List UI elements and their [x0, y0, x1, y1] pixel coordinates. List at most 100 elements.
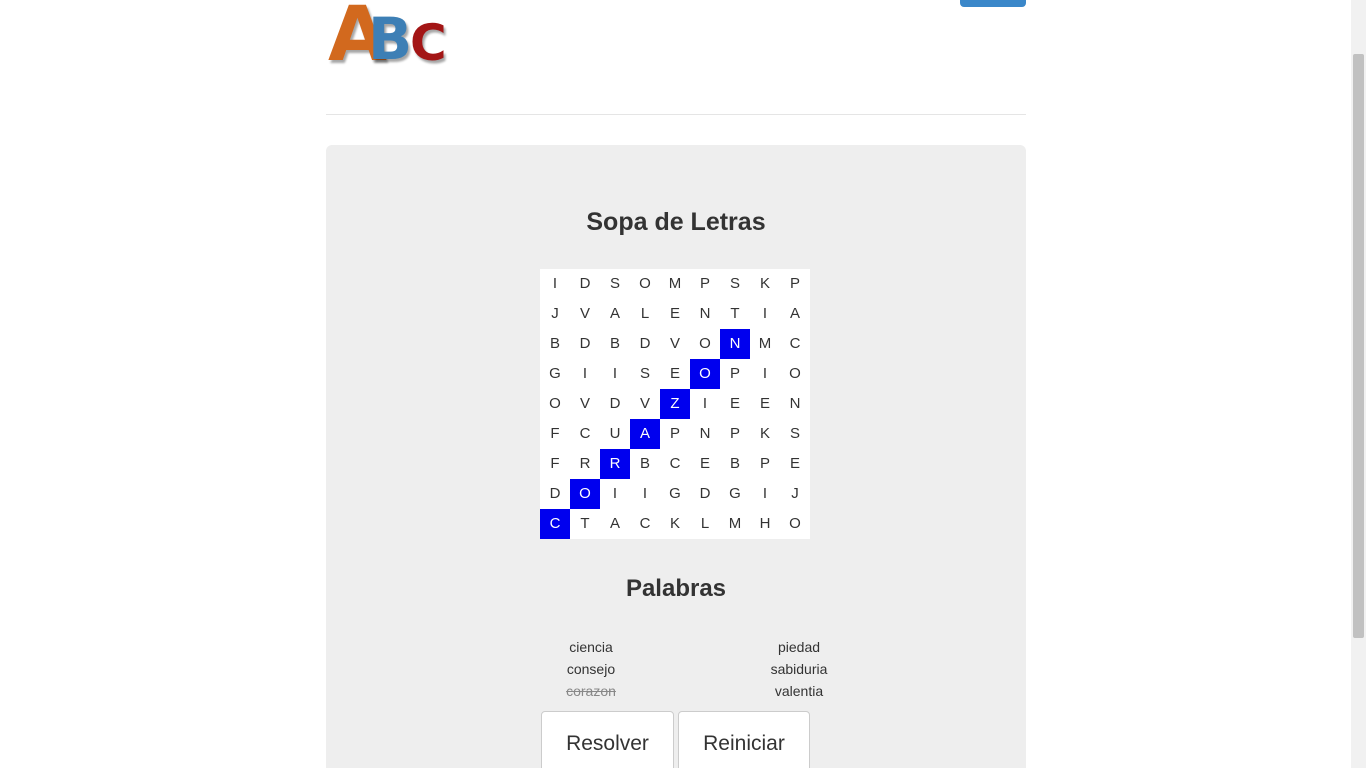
grid-cell[interactable]: E: [660, 299, 690, 329]
logo-letter-b: B: [368, 5, 413, 73]
word-list-right: piedad sabiduria valentia: [729, 636, 869, 702]
grid-cell[interactable]: E: [780, 449, 810, 479]
grid-cell[interactable]: A: [630, 419, 660, 449]
grid-cell[interactable]: V: [630, 389, 660, 419]
grid-cell[interactable]: I: [600, 479, 630, 509]
grid-cell[interactable]: N: [690, 419, 720, 449]
grid-cell[interactable]: C: [570, 419, 600, 449]
words-title: Palabras: [625, 575, 727, 602]
grid-cell[interactable]: M: [720, 509, 750, 539]
grid-cell[interactable]: I: [750, 359, 780, 389]
grid-cell[interactable]: D: [570, 329, 600, 359]
grid-cell[interactable]: E: [660, 359, 690, 389]
grid-cell[interactable]: G: [720, 479, 750, 509]
word-item: ciencia: [569, 639, 613, 655]
logo-letter-c: C: [410, 14, 447, 72]
game-title: Sopa de Letras: [586, 208, 766, 236]
word-list-left: ciencia consejo corazon: [521, 636, 661, 702]
grid-cell[interactable]: O: [780, 359, 810, 389]
letter-grid: IDSOMPSKPJVALENTIABDBDVONMCGIISEOPIOOVDV…: [540, 269, 810, 539]
grid-cell[interactable]: I: [690, 389, 720, 419]
grid-cell[interactable]: B: [630, 449, 660, 479]
grid-cell[interactable]: B: [720, 449, 750, 479]
grid-cell[interactable]: P: [750, 449, 780, 479]
grid-cell[interactable]: D: [540, 479, 570, 509]
grid-cell[interactable]: O: [780, 509, 810, 539]
grid-cell[interactable]: N: [720, 329, 750, 359]
header-divider: [326, 114, 1026, 115]
grid-cell[interactable]: M: [660, 269, 690, 299]
grid-cell[interactable]: P: [660, 419, 690, 449]
grid-cell[interactable]: F: [540, 449, 570, 479]
grid-cell[interactable]: C: [660, 449, 690, 479]
grid-cell[interactable]: J: [780, 479, 810, 509]
abc-logo: A B C: [328, 0, 454, 72]
grid-cell[interactable]: C: [630, 509, 660, 539]
grid-cell[interactable]: I: [570, 359, 600, 389]
word-item: valentia: [774, 683, 824, 699]
grid-cell[interactable]: U: [600, 419, 630, 449]
word-item: sabiduria: [770, 661, 828, 677]
grid-cell[interactable]: V: [660, 329, 690, 359]
grid-cell[interactable]: D: [600, 389, 630, 419]
grid-cell[interactable]: O: [540, 389, 570, 419]
grid-cell[interactable]: S: [600, 269, 630, 299]
grid-cell[interactable]: V: [570, 389, 600, 419]
grid-cell[interactable]: E: [720, 389, 750, 419]
word-item: corazon: [566, 683, 616, 699]
grid-cell[interactable]: K: [750, 419, 780, 449]
grid-cell[interactable]: O: [690, 359, 720, 389]
grid-cell[interactable]: O: [630, 269, 660, 299]
grid-cell[interactable]: T: [720, 299, 750, 329]
grid-cell[interactable]: T: [570, 509, 600, 539]
grid-cell[interactable]: D: [690, 479, 720, 509]
grid-cell[interactable]: A: [600, 299, 630, 329]
grid-cell[interactable]: E: [750, 389, 780, 419]
grid-cell[interactable]: I: [750, 299, 780, 329]
grid-cell[interactable]: N: [690, 299, 720, 329]
header-button[interactable]: [960, 0, 1026, 7]
grid-cell[interactable]: L: [690, 509, 720, 539]
word-item: piedad: [777, 639, 821, 655]
grid-cell[interactable]: D: [630, 329, 660, 359]
grid-cell[interactable]: D: [570, 269, 600, 299]
solve-button[interactable]: Resolver: [541, 711, 674, 768]
grid-cell[interactable]: C: [780, 329, 810, 359]
grid-cell[interactable]: S: [630, 359, 660, 389]
grid-cell[interactable]: P: [780, 269, 810, 299]
grid-cell[interactable]: I: [600, 359, 630, 389]
grid-cell[interactable]: B: [540, 329, 570, 359]
grid-cell[interactable]: P: [720, 359, 750, 389]
grid-cell[interactable]: B: [600, 329, 630, 359]
reset-button[interactable]: Reiniciar: [678, 711, 810, 768]
grid-cell[interactable]: I: [540, 269, 570, 299]
grid-cell[interactable]: O: [570, 479, 600, 509]
grid-cell[interactable]: F: [540, 419, 570, 449]
grid-cell[interactable]: S: [720, 269, 750, 299]
grid-cell[interactable]: L: [630, 299, 660, 329]
grid-cell[interactable]: R: [600, 449, 630, 479]
grid-cell[interactable]: H: [750, 509, 780, 539]
grid-cell[interactable]: A: [600, 509, 630, 539]
grid-cell[interactable]: P: [720, 419, 750, 449]
grid-cell[interactable]: K: [660, 509, 690, 539]
grid-cell[interactable]: I: [750, 479, 780, 509]
grid-cell[interactable]: J: [540, 299, 570, 329]
grid-cell[interactable]: N: [780, 389, 810, 419]
grid-cell[interactable]: I: [630, 479, 660, 509]
grid-cell[interactable]: R: [570, 449, 600, 479]
grid-cell[interactable]: V: [570, 299, 600, 329]
grid-cell[interactable]: M: [750, 329, 780, 359]
grid-cell[interactable]: E: [690, 449, 720, 479]
grid-cell[interactable]: P: [690, 269, 720, 299]
grid-cell[interactable]: A: [780, 299, 810, 329]
grid-cell[interactable]: C: [540, 509, 570, 539]
grid-cell[interactable]: G: [660, 479, 690, 509]
grid-cell[interactable]: K: [750, 269, 780, 299]
grid-cell[interactable]: G: [540, 359, 570, 389]
scrollbar-thumb[interactable]: [1353, 54, 1364, 638]
grid-cell[interactable]: O: [690, 329, 720, 359]
word-item: consejo: [566, 661, 616, 677]
grid-cell[interactable]: Z: [660, 389, 690, 419]
grid-cell[interactable]: S: [780, 419, 810, 449]
